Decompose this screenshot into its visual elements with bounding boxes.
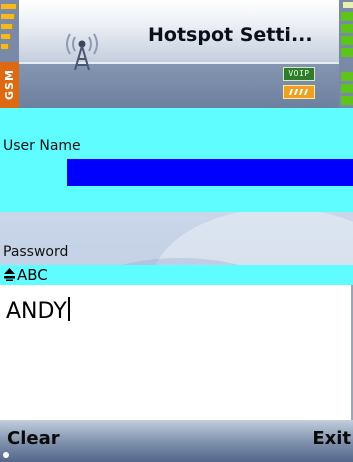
softkey-indicator (3, 452, 9, 458)
battery-cap (343, 2, 353, 8)
signal-bar (1, 14, 15, 19)
battery-bar (341, 36, 353, 45)
password-label: Password (3, 244, 69, 260)
wifi-badge-icon (283, 85, 315, 99)
battery-bar (341, 96, 353, 105)
phone-screen: GSM Hotspot Setti... VOIP User Name Pass… (0, 0, 353, 462)
password-text: ANDY (6, 299, 67, 324)
text-input-mode-icon (4, 268, 15, 281)
battery-bar (341, 72, 353, 81)
screen-title: Hotspot Setti... (148, 24, 313, 46)
battery-bar (341, 24, 353, 33)
battery-bar (341, 48, 353, 57)
input-mode-label: ABC (17, 266, 48, 284)
wifi-tower-icon (66, 33, 98, 71)
signal-bar (1, 44, 9, 49)
status-bar: GSM Hotspot Setti... VOIP (0, 0, 353, 108)
signal-bar (1, 4, 17, 9)
signal-bar (1, 34, 11, 39)
exit-softkey[interactable]: Exit (312, 426, 351, 452)
voip-badge-icon: VOIP (283, 67, 315, 81)
network-type-label: GSM (0, 62, 19, 108)
username-input[interactable] (67, 159, 353, 186)
text-cursor (67, 297, 70, 321)
signal-bar (1, 24, 13, 29)
battery-bar (341, 12, 353, 21)
username-label: User Name (3, 138, 81, 154)
clear-softkey[interactable]: Clear (7, 426, 60, 452)
battery-bar (341, 84, 353, 93)
status-divider (0, 62, 353, 64)
password-value[interactable]: ANDY (6, 297, 70, 327)
input-mode-bar (0, 265, 353, 285)
